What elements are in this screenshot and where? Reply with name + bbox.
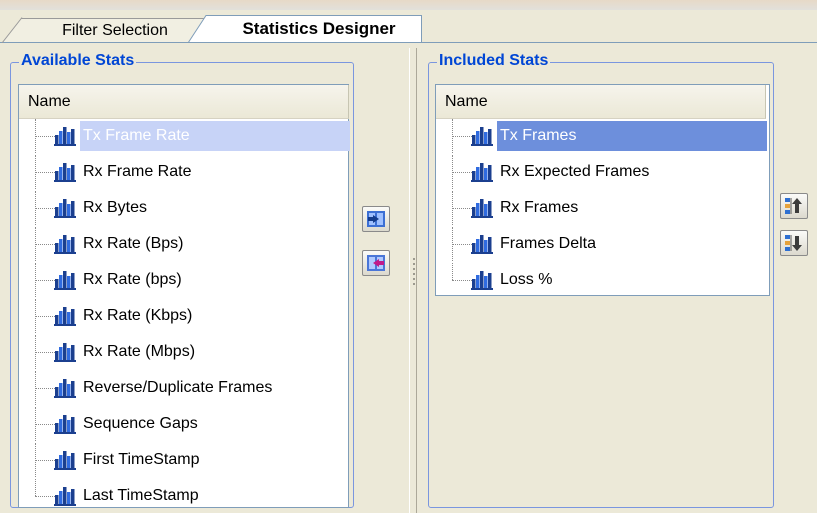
- tree-row-frames-delta[interactable]: Frames Delta: [436, 227, 769, 261]
- stat-label: Tx Frames: [500, 127, 577, 144]
- tab-label: Filter Selection: [62, 22, 168, 39]
- add-to-included-icon: [367, 211, 385, 227]
- stat-chart-icon: [54, 235, 76, 254]
- tree-row-sequence-gaps[interactable]: Sequence Gaps: [19, 407, 348, 441]
- column-header-label: Name: [445, 92, 488, 110]
- stat-label: Rx Expected Frames: [500, 163, 650, 180]
- remove-stat-button[interactable]: [362, 250, 390, 276]
- splitter-grip-dot: [413, 263, 415, 265]
- available-stats-list[interactable]: Name Tx Frame Rate Rx Frame Rate Rx Bytes R…: [18, 84, 350, 508]
- tree-row-rx-rate-mbps[interactable]: Rx Rate (Mbps): [19, 335, 348, 369]
- stat-label: Tx Frame Rate: [83, 127, 190, 144]
- tab-filter-selection[interactable]: Filter Selection: [2, 18, 206, 43]
- stat-chart-icon: [471, 163, 493, 182]
- stat-label: Rx Rate (Mbps): [83, 343, 196, 360]
- stat-chart-icon: [54, 199, 76, 218]
- stat-label: Rx Rate (Kbps): [83, 307, 193, 324]
- stat-label: Frames Delta: [500, 235, 597, 252]
- stat-label: Loss %: [500, 271, 553, 288]
- remove-from-included-icon: [367, 255, 385, 271]
- stat-chart-icon: [54, 379, 76, 398]
- move-down-button[interactable]: [780, 230, 808, 256]
- stat-label: Sequence Gaps: [83, 415, 198, 432]
- stat-label: Rx Bytes: [83, 199, 148, 216]
- splitter-grip-dot: [413, 278, 415, 280]
- stat-chart-icon: [471, 127, 493, 146]
- included-stats-legend: Included Stats: [437, 52, 551, 70]
- stat-chart-icon: [54, 487, 76, 506]
- stat-label: Rx Rate (bps): [83, 271, 182, 288]
- tree-row-rx-bytes[interactable]: Rx Bytes: [19, 191, 348, 225]
- stat-chart-icon: [54, 415, 76, 434]
- tab-statistics-designer[interactable]: Statistics Designer: [188, 15, 422, 43]
- stat-chart-icon: [471, 199, 493, 218]
- tab-baseline: [0, 42, 817, 43]
- stat-label: Rx Rate (Bps): [83, 235, 184, 252]
- move-up-icon: [785, 198, 802, 214]
- tree-row-first-timestamp[interactable]: First TimeStamp: [19, 443, 348, 477]
- tree-row-rx-rate-kbps[interactable]: Rx Rate (Kbps): [19, 299, 348, 333]
- splitter-grip-dot: [413, 268, 415, 270]
- tree-row-tx-frames[interactable]: Tx Frames: [436, 119, 769, 153]
- column-header-label: Name: [28, 92, 71, 110]
- stat-chart-icon: [54, 307, 76, 326]
- stat-label: Reverse/Duplicate Frames: [83, 379, 273, 396]
- stat-label: First TimeStamp: [83, 451, 200, 468]
- move-up-button[interactable]: [780, 193, 808, 219]
- column-header-name[interactable]: Name: [436, 85, 766, 119]
- stat-label: Rx Frame Rate: [83, 163, 192, 180]
- column-header-name[interactable]: Name: [19, 85, 349, 119]
- stat-chart-icon: [54, 163, 76, 182]
- move-down-icon: [785, 235, 802, 251]
- window-top-band: [0, 0, 817, 10]
- tree-row-loss[interactable]: Loss %: [436, 263, 769, 297]
- stat-chart-icon: [471, 235, 493, 254]
- tree-row-rx-expected-frames[interactable]: Rx Expected Frames: [436, 155, 769, 189]
- stat-chart-icon: [54, 127, 76, 146]
- splitter-grip-dot: [413, 273, 415, 275]
- stat-chart-icon: [54, 343, 76, 362]
- stat-chart-icon: [54, 451, 76, 470]
- tree-row-last-timestamp[interactable]: Last TimeStamp: [19, 479, 348, 513]
- tree-row-tx-frame-rate[interactable]: Tx Frame Rate: [19, 119, 350, 153]
- included-stats-list[interactable]: Name Tx Frames Rx Expected Frames Rx Frame…: [435, 84, 770, 296]
- tab-strip: Filter Selection Statistics Designer: [0, 10, 817, 43]
- stat-label: Rx Frames: [500, 199, 579, 216]
- add-stat-button[interactable]: [362, 206, 390, 232]
- tab-label: Statistics Designer: [242, 19, 396, 38]
- tree-row-reverse-duplicate-frames[interactable]: Reverse/Duplicate Frames: [19, 371, 348, 405]
- stat-chart-icon: [54, 271, 76, 290]
- inactive-tab-slant: [2, 17, 23, 43]
- tree-row-rx-frames[interactable]: Rx Frames: [436, 191, 769, 225]
- panel-splitter[interactable]: [409, 48, 417, 513]
- available-stats-legend: Available Stats: [19, 52, 137, 70]
- tree-row-rx-frame-rate[interactable]: Rx Frame Rate: [19, 155, 348, 189]
- tree-row-rx-rate-bps[interactable]: Rx Rate (bps): [19, 263, 348, 297]
- splitter-grip-dot: [413, 283, 415, 285]
- stat-chart-icon: [471, 271, 493, 290]
- splitter-grip-dot: [413, 258, 415, 260]
- stat-label: Last TimeStamp: [83, 487, 199, 504]
- tree-row-rx-rate-bps[interactable]: Rx Rate (Bps): [19, 227, 348, 261]
